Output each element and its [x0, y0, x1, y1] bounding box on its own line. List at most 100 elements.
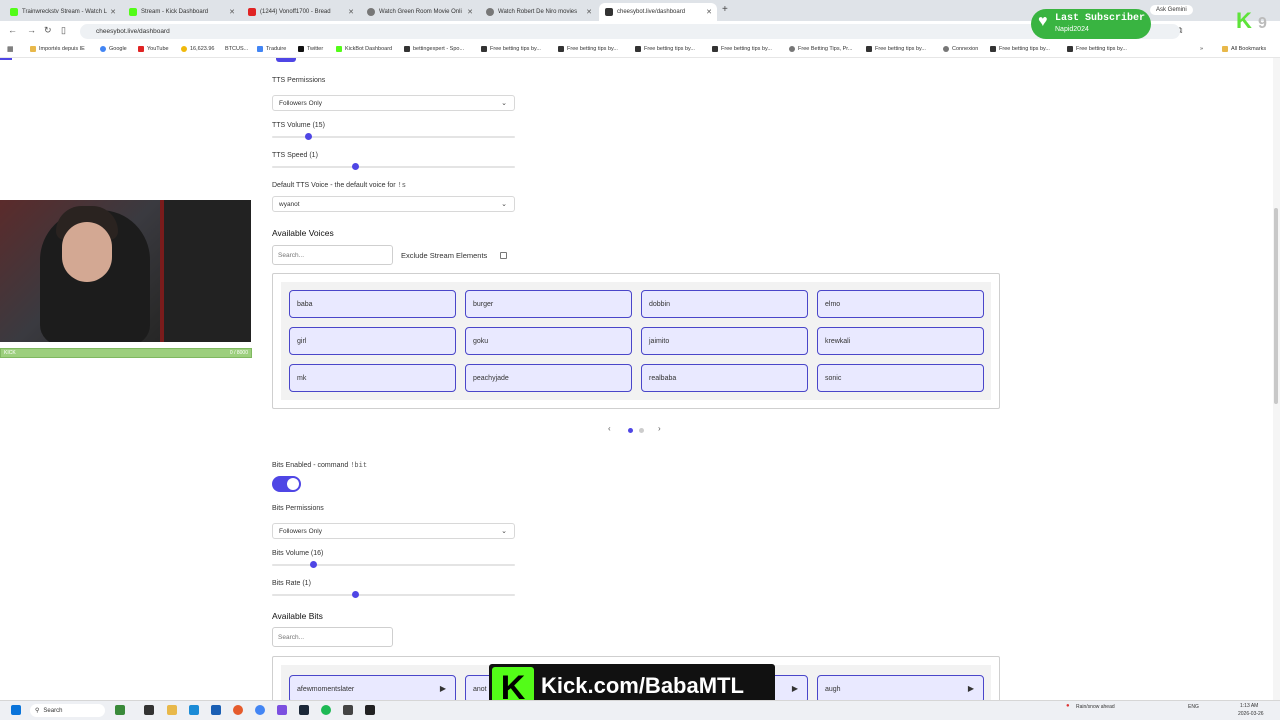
- browser-tab[interactable]: Watch Robert De Niro movies ✕: [480, 3, 597, 21]
- close-tab-icon[interactable]: ✕: [586, 8, 592, 16]
- file-explorer-icon[interactable]: [167, 705, 177, 715]
- scrollbar-thumb[interactable]: [1274, 208, 1278, 404]
- bookmark[interactable]: BTCUS...: [225, 46, 248, 52]
- voice-button[interactable]: realbaba: [641, 364, 808, 392]
- slider-thumb[interactable]: [351, 163, 359, 170]
- clock-date[interactable]: 2026-03-26: [1238, 711, 1264, 717]
- play-icon[interactable]: ▶: [792, 684, 798, 693]
- reload-icon[interactable]: ↻: [44, 25, 52, 36]
- browser-tab[interactable]: Watch Green Room Movie Onli ✕: [361, 3, 478, 21]
- voice-button[interactable]: peachyjade: [465, 364, 632, 392]
- bookmark[interactable]: Traduire: [257, 46, 286, 52]
- bits-search-input[interactable]: [272, 627, 393, 647]
- kick-favicon-icon: [129, 8, 137, 16]
- page-scrollbar[interactable]: [1273, 58, 1280, 700]
- steam-icon[interactable]: [299, 705, 309, 715]
- close-tab-icon[interactable]: ✕: [229, 8, 235, 16]
- voice-button[interactable]: mk: [289, 364, 456, 392]
- edge-icon[interactable]: [189, 705, 199, 715]
- close-tab-icon[interactable]: ✕: [467, 8, 473, 16]
- bit-button[interactable]: augh ▶: [817, 675, 984, 700]
- close-tab-icon[interactable]: ✕: [706, 8, 712, 16]
- bits-enabled-toggle[interactable]: [272, 476, 301, 492]
- play-icon[interactable]: ▶: [968, 684, 974, 693]
- obs-icon[interactable]: [343, 705, 353, 715]
- exclude-stream-elements-checkbox[interactable]: [500, 252, 507, 259]
- bookmark[interactable]: Connexion: [943, 46, 978, 52]
- browser-tab[interactable]: Stream - Kick Dashboard ✕: [123, 3, 240, 21]
- bookmark[interactable]: bettingexpert - Spo...: [404, 46, 464, 52]
- default-voice-select[interactable]: wyanot ⌄: [272, 196, 515, 212]
- bookmark[interactable]: Free Betting Tips, Pr...: [789, 46, 852, 52]
- bookmark[interactable]: Free betting tips by...: [990, 46, 1050, 52]
- voice-button[interactable]: jaimito: [641, 327, 808, 355]
- prev-page-icon[interactable]: ‹: [608, 424, 611, 433]
- windows-start-icon[interactable]: [11, 705, 21, 715]
- bookmark[interactable]: Google: [100, 46, 127, 52]
- bits-rate-slider[interactable]: [272, 591, 515, 598]
- voices-search-input[interactable]: [272, 245, 393, 265]
- weather-text[interactable]: Rain/snow ahead: [1076, 704, 1115, 710]
- bit-button[interactable]: afewmomentslater ▶: [289, 675, 456, 700]
- app-icon[interactable]: [365, 705, 375, 715]
- voice-button[interactable]: elmo: [817, 290, 984, 318]
- apps-icon[interactable]: ▦: [7, 45, 14, 53]
- spotify-icon[interactable]: [321, 705, 331, 715]
- bits-permissions-select[interactable]: Followers Only ⌄: [272, 523, 515, 539]
- page-dot-active[interactable]: [628, 428, 633, 433]
- app-icon[interactable]: [277, 705, 287, 715]
- voice-button[interactable]: sonic: [817, 364, 984, 392]
- slider-thumb[interactable]: [351, 591, 359, 598]
- back-icon[interactable]: ←: [8, 25, 17, 35]
- ask-gemini-button[interactable]: Ask Gemini: [1150, 5, 1193, 15]
- forward-icon[interactable]: →: [27, 25, 36, 35]
- bookmark[interactable]: All Bookmarks: [1222, 46, 1266, 52]
- bookmark[interactable]: 16,623.96: [181, 46, 214, 52]
- slider-thumb[interactable]: [310, 561, 318, 568]
- bookmark[interactable]: Free betting tips by...: [481, 46, 541, 52]
- tts-speed-slider[interactable]: [272, 163, 515, 170]
- voice-button[interactable]: girl: [289, 327, 456, 355]
- clock-time[interactable]: 1:13 AM: [1240, 703, 1258, 709]
- browser-tab-active[interactable]: cheesybot.live/dashboard ✕: [599, 3, 717, 21]
- firefox-icon[interactable]: [233, 705, 243, 715]
- bookmark[interactable]: Free betting tips by...: [558, 46, 618, 52]
- bookmark[interactable]: Free betting tips by...: [712, 46, 772, 52]
- bookmark[interactable]: Free betting tips by...: [1067, 46, 1127, 52]
- address-bar[interactable]: cheesybot.live/dashboard: [80, 24, 1180, 39]
- more-bookmarks-icon[interactable]: »: [1200, 46, 1203, 52]
- store-icon[interactable]: [211, 705, 221, 715]
- bookmark[interactable]: YouTube: [138, 46, 169, 52]
- next-page-icon[interactable]: ›: [658, 424, 661, 433]
- language-indicator[interactable]: ENG: [1188, 704, 1199, 710]
- voice-button[interactable]: goku: [465, 327, 632, 355]
- voice-button[interactable]: dobbin: [641, 290, 808, 318]
- page-dot[interactable]: [639, 428, 644, 433]
- voice-button[interactable]: krewkali: [817, 327, 984, 355]
- close-tab-icon[interactable]: ✕: [348, 8, 354, 16]
- tts-permissions-select[interactable]: Followers Only ⌄: [272, 95, 515, 111]
- voice-button[interactable]: burger: [465, 290, 632, 318]
- bookmark[interactable]: Free betting tips by...: [635, 46, 695, 52]
- terminal-icon[interactable]: [144, 705, 154, 715]
- windows-taskbar: ⚲ Search ● Rain/snow ahead ENG 1:13 AM 20…: [0, 700, 1280, 720]
- chrome-icon[interactable]: [255, 705, 265, 715]
- bookmark[interactable]: KickBot Dashboard: [336, 46, 392, 52]
- bits-volume-slider[interactable]: [272, 561, 515, 568]
- sidebar-icon[interactable]: ▯: [61, 25, 66, 36]
- tab-title: Watch Green Room Movie Onli: [379, 9, 462, 15]
- bookmark[interactable]: Free betting tips by...: [866, 46, 926, 52]
- play-icon[interactable]: ▶: [440, 684, 446, 693]
- globe-icon: [943, 46, 949, 52]
- close-tab-icon[interactable]: ✕: [110, 8, 116, 16]
- bookmark[interactable]: Twitter: [298, 46, 323, 52]
- voice-button[interactable]: baba: [289, 290, 456, 318]
- taskbar-search[interactable]: ⚲ Search: [30, 704, 105, 717]
- new-tab-icon[interactable]: +: [722, 4, 728, 15]
- task-view-icon[interactable]: [115, 705, 125, 715]
- bookmark[interactable]: Importés depuis IE: [30, 46, 85, 52]
- browser-tab[interactable]: (1244) Vonoff1700 - Bread ✕: [242, 3, 359, 21]
- slider-thumb[interactable]: [305, 133, 313, 140]
- browser-tab[interactable]: Trainwreckstv Stream - Watch L ✕: [4, 3, 121, 21]
- tts-volume-slider[interactable]: [272, 133, 515, 140]
